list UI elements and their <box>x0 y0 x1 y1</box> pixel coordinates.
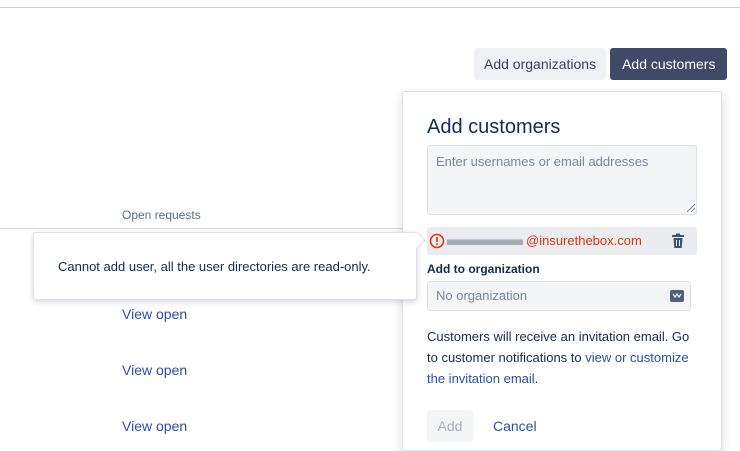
resize-grip-icon[interactable] <box>687 204 695 212</box>
view-open-link[interactable]: View open <box>122 362 187 378</box>
trash-icon[interactable] <box>671 233 685 249</box>
table-divider <box>0 228 410 229</box>
cancel-link[interactable]: Cancel <box>493 418 537 434</box>
invalid-email-text: @insurethebox.com <box>526 233 642 248</box>
open-requests-column-header: Open requests <box>122 208 201 222</box>
tooltip-message: Cannot add user, all the user directorie… <box>58 258 371 274</box>
add-customers-dialog: Add customers @insurethebox.com Add to o… <box>402 91 722 451</box>
select-icon <box>670 290 684 302</box>
error-icon <box>429 233 445 249</box>
header-actions: Add organizations Add customers <box>474 48 728 80</box>
error-tooltip: Cannot add user, all the user directorie… <box>33 232 417 300</box>
add-customers-button[interactable]: Add customers <box>610 48 728 80</box>
org-label: Add to organization <box>427 262 540 276</box>
add-button[interactable]: Add <box>427 410 473 442</box>
invalid-email-chip: @insurethebox.com <box>427 227 697 255</box>
view-open-link[interactable]: View open <box>122 306 187 322</box>
redacted-username <box>447 239 523 245</box>
organization-select-value: No organization <box>436 288 528 303</box>
customers-input[interactable] <box>427 145 697 215</box>
top-divider <box>0 7 740 8</box>
view-open-link[interactable]: View open <box>122 418 187 434</box>
add-organizations-button[interactable]: Add organizations <box>474 48 607 80</box>
dialog-title: Add customers <box>427 116 561 138</box>
organization-select[interactable]: No organization <box>427 281 691 311</box>
invitation-info: Customers will receive an invitation ema… <box>427 329 690 386</box>
